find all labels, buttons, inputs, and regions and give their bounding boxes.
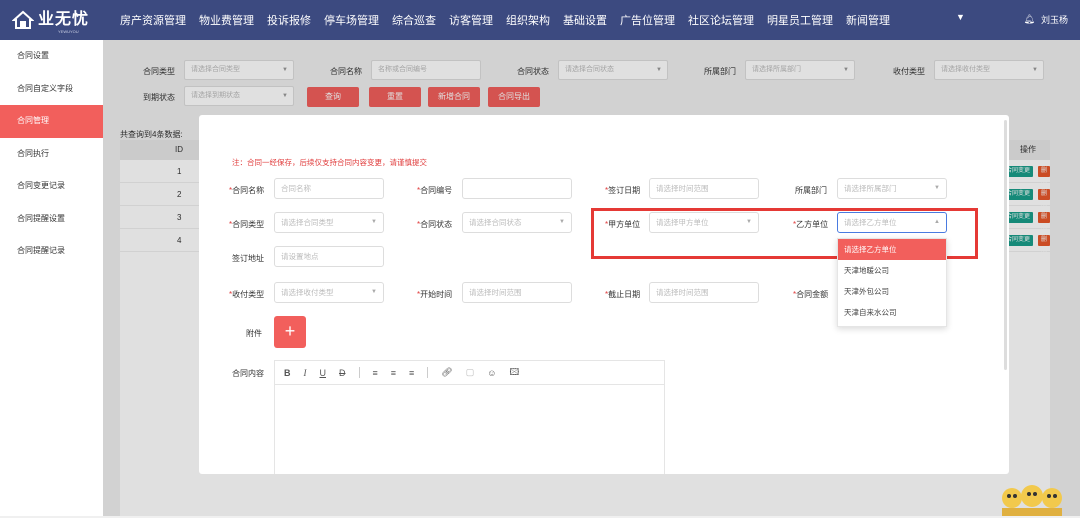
nav-item[interactable]: 投诉报修	[267, 12, 311, 28]
nav-item[interactable]: 基础设置	[563, 12, 607, 28]
mascot-image	[1000, 478, 1064, 516]
brand-sub: YEWUYOU	[58, 29, 79, 34]
dropdown-option[interactable]: 天津外包公司	[838, 281, 946, 302]
chevron-down-icon: ▼	[934, 185, 940, 191]
upload-plus-button[interactable]: +	[274, 316, 306, 348]
end-date-label: *截止日期	[605, 290, 641, 299]
nav-item[interactable]: 新闻管理	[846, 12, 890, 28]
pay-type-label: *收付类型	[229, 290, 265, 299]
sidebar-item-contract-settings[interactable]: 合同设置	[0, 40, 103, 73]
nav-item[interactable]: 停车场管理	[324, 12, 379, 28]
align-right-icon[interactable]: ≡	[409, 368, 414, 378]
code-icon[interactable]: ▢	[466, 367, 475, 378]
party-b-dropdown: 请选择乙方单位 天津地暖公司 天津外包公司 天津自来水公司	[837, 238, 947, 327]
dropdown-option[interactable]: 天津地暖公司	[838, 260, 946, 281]
dept-label: 所属部门	[795, 186, 827, 195]
logo-icon	[11, 9, 35, 31]
end-date-picker[interactable]: 请选择时间范围	[649, 282, 759, 303]
sign-date-picker[interactable]: 请选择时间范围	[649, 178, 759, 199]
dropdown-option[interactable]: 天津自来水公司	[838, 302, 946, 323]
contract-type-select[interactable]: 请选择合同类型 ▼	[274, 212, 384, 233]
nav-item[interactable]: 广告位管理	[620, 12, 675, 28]
align-center-icon[interactable]: ≡	[391, 368, 396, 378]
rich-text-editor[interactable]: B I U D ≡ ≡ ≡ 🔗︎ ▢ ☺ 🖾	[274, 360, 665, 474]
nav-item[interactable]: 房产资源管理	[120, 12, 186, 28]
modal-scrollbar[interactable]	[1004, 120, 1007, 370]
chevron-down-icon: ▼	[559, 219, 565, 225]
bold-icon[interactable]: B	[284, 368, 291, 378]
nav-item[interactable]: 社区论坛管理	[688, 12, 754, 28]
start-time-label: *开始时间	[417, 290, 453, 299]
editor-toolbar: B I U D ≡ ≡ ≡ 🔗︎ ▢ ☺ 🖾	[275, 361, 664, 385]
contract-no-label: *合同编号	[417, 186, 453, 195]
pay-type-select[interactable]: 请选择收付类型 ▼	[274, 282, 384, 303]
start-time-picker[interactable]: 请选择时间范围	[462, 282, 572, 303]
contract-name-label: *合同名称	[229, 186, 265, 195]
contract-no-input[interactable]	[462, 178, 572, 199]
contract-content-label: 合同内容	[232, 369, 264, 378]
user-name: 刘玉杨	[1040, 15, 1068, 25]
bell-icon[interactable]: 🔔︎	[1024, 14, 1035, 25]
amount-label: *合同金额	[793, 290, 829, 299]
sidebar-item-custom-fields[interactable]: 合同自定义字段	[0, 73, 103, 106]
chevron-down-icon: ▼	[371, 289, 377, 295]
align-left-icon[interactable]: ≡	[373, 368, 378, 378]
attachment-label: 附件	[246, 329, 262, 338]
contract-status-label: *合同状态	[417, 220, 453, 229]
italic-icon[interactable]: I	[304, 368, 307, 378]
user-menu[interactable]: 🔔︎ 刘玉杨	[1024, 13, 1068, 26]
link-icon[interactable]: 🔗︎	[441, 367, 452, 378]
sidebar-item-contract-execution[interactable]: 合同执行	[0, 138, 103, 171]
top-navbar: 业无忧 YEWUYOU 房产资源管理 物业费管理 投诉报修 停车场管理 综合巡查…	[0, 0, 1080, 40]
chevron-down-icon: ▼	[371, 219, 377, 225]
nav-item[interactable]: 物业费管理	[199, 12, 254, 28]
underline-icon[interactable]: U	[320, 368, 327, 378]
dept-select[interactable]: 请选择所属部门 ▼	[837, 178, 947, 199]
nav-item[interactable]: 综合巡查	[392, 12, 436, 28]
main-nav: 房产资源管理 物业费管理 投诉报修 停车场管理 综合巡查 访客管理 组织架构 基…	[120, 0, 965, 40]
sidebar-item-reminder-settings[interactable]: 合同提醒设置	[0, 203, 103, 236]
sign-address-label: 签订地址	[232, 254, 264, 263]
dropdown-option[interactable]: 请选择乙方单位	[838, 239, 946, 260]
sign-address-input[interactable]: 请设置地点	[274, 246, 384, 267]
sign-date-label: *签订日期	[605, 186, 641, 195]
sidebar-item-change-records[interactable]: 合同变更记录	[0, 170, 103, 203]
image-icon[interactable]: 🖾	[509, 365, 519, 381]
emoji-icon[interactable]: ☺	[487, 368, 496, 378]
contract-status-select[interactable]: 请选择合同状态 ▼	[462, 212, 572, 233]
contract-name-input[interactable]: 合同名称	[274, 178, 384, 199]
sidebar: 合同设置 合同自定义字段 合同管理 合同执行 合同变更记录 合同提醒设置 合同提…	[0, 40, 103, 516]
sidebar-item-reminder-records[interactable]: 合同提醒记录	[0, 235, 103, 268]
sidebar-item-contract-management[interactable]: 合同管理	[0, 105, 103, 138]
save-notice: 注：合同一经保存，后续仅支持合同内容变更，请谨慎提交	[232, 158, 427, 167]
contract-type-label: *合同类型	[229, 220, 265, 229]
brand-name: 业无忧	[38, 11, 90, 28]
nav-item[interactable]: 明星员工管理	[767, 12, 833, 28]
strikethrough-icon[interactable]: D	[339, 368, 346, 378]
nav-more-chevron-icon[interactable]: ▼	[956, 12, 965, 22]
nav-item[interactable]: 组织架构	[506, 12, 550, 28]
nav-item[interactable]: 访客管理	[449, 12, 493, 28]
